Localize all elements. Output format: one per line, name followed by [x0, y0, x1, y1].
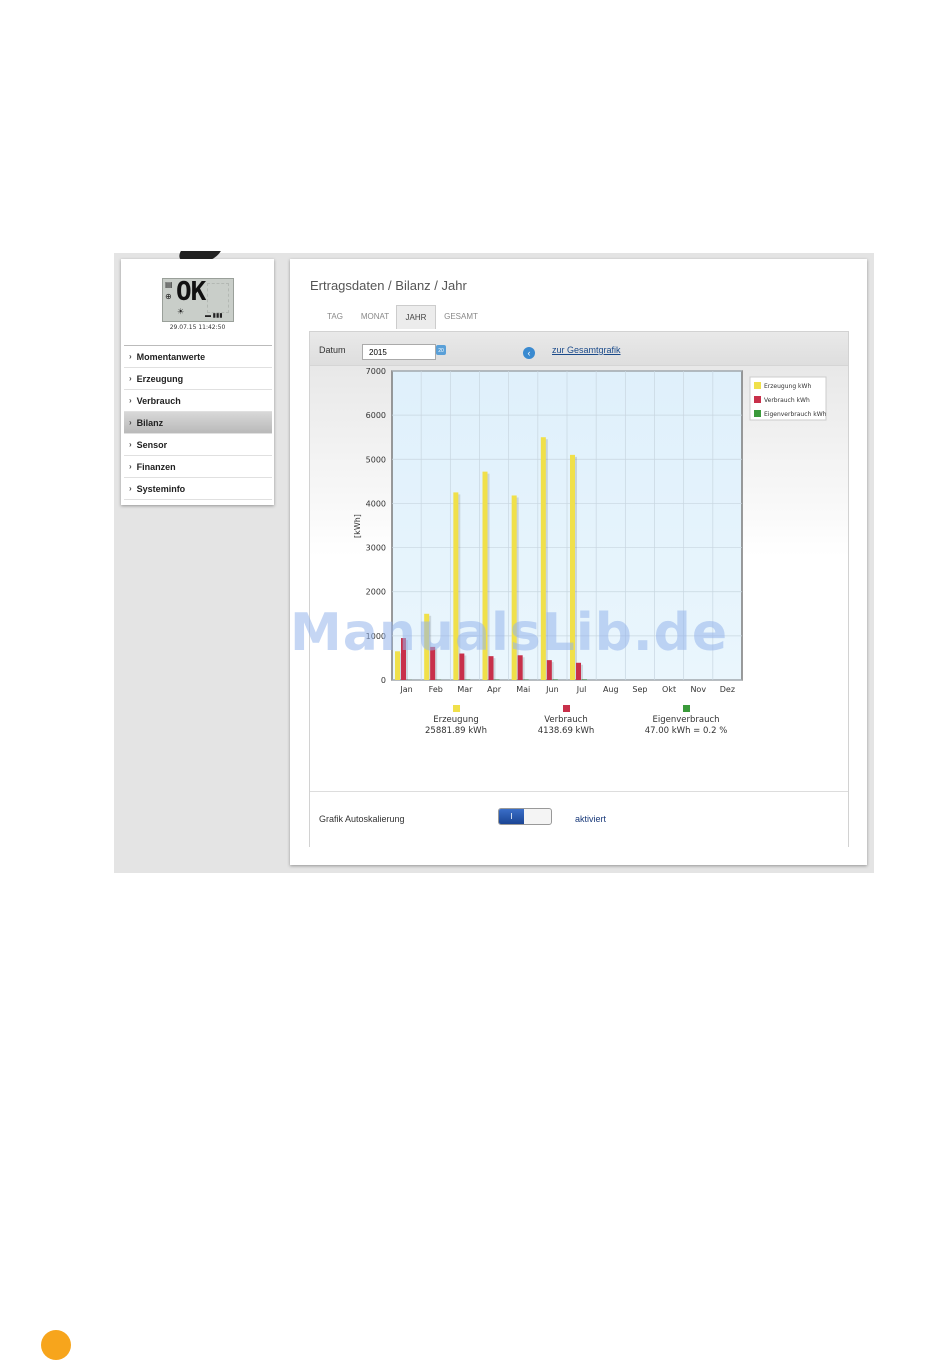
x-tick-label: Feb — [429, 685, 443, 694]
back-arrow-icon[interactable]: ‹ — [523, 347, 535, 359]
legend-label: Erzeugung kWh — [764, 383, 811, 390]
sidebar-item-bilanz[interactable]: › Bilanz — [124, 412, 272, 434]
sidebar: ▤ ⊕ ☀ OK ▬ ▮▮▮ 29.07.15 11:42:50 › Moment… — [121, 259, 274, 505]
toggle-on-knob: I — [499, 809, 524, 824]
y-tick-label: 6000 — [366, 411, 386, 420]
summary-name: Verbrauch — [544, 715, 587, 725]
calendar-icon[interactable]: 20 — [436, 345, 446, 355]
chevron-right-icon: › — [129, 418, 132, 427]
x-tick-label: Mar — [457, 685, 473, 694]
summary-swatch — [683, 705, 690, 712]
legend-swatch — [754, 410, 761, 417]
sidebar-item-sensor[interactable]: › Sensor — [124, 434, 272, 456]
x-tick-label: Dez — [720, 685, 735, 694]
sidebar-item-label: Erzeugung — [136, 373, 184, 384]
y-tick-label: 0 — [381, 676, 386, 685]
summary-swatch — [563, 705, 570, 712]
y-tick-label: 5000 — [366, 455, 386, 464]
lcd-ghost-segments — [207, 283, 229, 313]
sidebar-menu: › Momentanwerte › Erzeugung › Verbrauch › Bi… — [124, 345, 272, 500]
x-tick-label: Jun — [545, 685, 559, 694]
chart-area: 0 1000 2000 3000 4000 5000 6000 7000 Jan Feb Mar A… — [310, 366, 848, 790]
tab-jahr[interactable]: JAHR — [396, 305, 436, 329]
sidebar-item-verbrauch[interactable]: › Verbrauch — [124, 390, 272, 412]
x-tick-label: Mai — [516, 685, 530, 694]
chevron-right-icon: › — [129, 440, 132, 449]
autoscale-status: aktiviert — [575, 814, 607, 824]
bar-jul-verbrauch — [576, 662, 581, 680]
chevron-right-icon: › — [129, 352, 132, 361]
x-tick-label: Nov — [690, 685, 706, 694]
sidebar-item-label: Momentanwerte — [136, 351, 206, 362]
sidebar-item-label: Sensor — [136, 439, 168, 450]
sidebar-item-erzeugung[interactable]: › Erzeugung — [124, 368, 272, 390]
y-tick-label: 2000 — [366, 588, 386, 597]
summary-value: 4138.69 kWh — [538, 726, 595, 736]
sidebar-item-momentanwerte[interactable]: › Momentanwerte — [124, 346, 272, 368]
x-tick-label: Apr — [487, 685, 502, 694]
datetime: 29.07.15 11:42:50 — [169, 324, 226, 331]
legend-label: Verbrauch kWh — [764, 397, 810, 404]
summary-value: 47.00 kWh = 0.2 % — [645, 726, 728, 736]
x-tick-label: Jan — [399, 685, 412, 694]
x-axis: Jan Feb Mar Apr Mai Jun Jul Aug Sep Okt Nov Dez — [399, 685, 735, 694]
gesamtgrafik-link[interactable]: zur Gesamtgrafik — [552, 345, 621, 355]
page-marker-dot — [41, 1330, 71, 1360]
summary-name: Erzeugung — [433, 715, 479, 725]
chevron-right-icon: › — [129, 396, 132, 405]
y-tick-label: 3000 — [366, 544, 386, 553]
legend: Erzeugung kWh Verbrauch kWh Eigenverbrauch… — [749, 376, 827, 421]
summary-value: 25881.89 kWh — [425, 726, 487, 736]
tab-tag[interactable]: TAG — [316, 305, 354, 329]
x-tick-label: Jul — [576, 685, 587, 694]
tab-bar: TAG MONAT JAHR GESAMT — [316, 305, 486, 329]
globe-icon: ⊕ — [165, 292, 172, 301]
legend-swatch — [754, 382, 761, 389]
autoscale-label: Grafik Autoskalierung — [319, 814, 405, 824]
x-tick-label: Sep — [632, 685, 647, 694]
datum-input[interactable] — [362, 344, 436, 360]
datum-label: Datum — [319, 345, 346, 355]
autoscale-setting: Grafik Autoskalierung I aktiviert — [310, 791, 848, 847]
main-panel: Ertragsdaten / Bilanz / Jahr TAG MONAT J… — [290, 259, 867, 865]
toolbar: Datum 20 ‹ zur Gesamtgrafik — [310, 332, 848, 366]
legend-swatch — [754, 396, 761, 403]
lcd-status-text: OK — [176, 278, 206, 307]
tab-gesamt[interactable]: GESAMT — [436, 305, 486, 329]
sidebar-item-label: Finanzen — [136, 461, 176, 472]
sun-icon: ☀ — [177, 307, 185, 316]
page-title: Ertragsdaten / Bilanz / Jahr — [310, 278, 467, 293]
tab-monat[interactable]: MONAT — [354, 305, 396, 329]
chevron-right-icon: › — [129, 484, 132, 493]
sidebar-item-systeminfo[interactable]: › Systeminfo — [124, 478, 272, 500]
sidebar-item-finanzen[interactable]: › Finanzen — [124, 456, 272, 478]
battery-icon: ▬ ▮▮▮ — [205, 313, 223, 319]
content-box: Datum 20 ‹ zur Gesamtgrafik 010002000300… — [309, 331, 849, 847]
summary-swatch — [453, 705, 460, 712]
watermark: ManualsLib.de — [290, 603, 729, 663]
chevron-right-icon: › — [129, 374, 132, 383]
sidebar-item-label: Verbrauch — [136, 395, 181, 406]
sidebar-item-label: Systeminfo — [136, 483, 186, 494]
bar-chart: 01000200030004000500060007000 Jan Feb Mar A… — [353, 367, 827, 736]
autoscale-toggle[interactable]: I — [498, 808, 552, 825]
panel-icon: ▤ — [165, 280, 173, 289]
chevron-right-icon: › — [129, 462, 132, 471]
x-tick-label: Aug — [603, 685, 619, 694]
bar-jun-verbrauch — [546, 660, 552, 680]
sidebar-item-label: Bilanz — [136, 417, 164, 428]
lcd-display: ▤ ⊕ ☀ OK ▬ ▮▮▮ — [162, 278, 234, 322]
summary: Erzeugung25881.89 kWh Verbrauch4138.69 kW… — [425, 705, 727, 736]
y-axis-label: [kWh] — [353, 514, 362, 538]
x-tick-label: Okt — [662, 685, 676, 694]
y-tick-label: 4000 — [366, 499, 386, 508]
legend-label: Eigenverbrauch kWh — [764, 411, 827, 418]
y-tick-label: 7000 — [366, 367, 386, 376]
summary-name: Eigenverbrauch — [652, 715, 719, 725]
